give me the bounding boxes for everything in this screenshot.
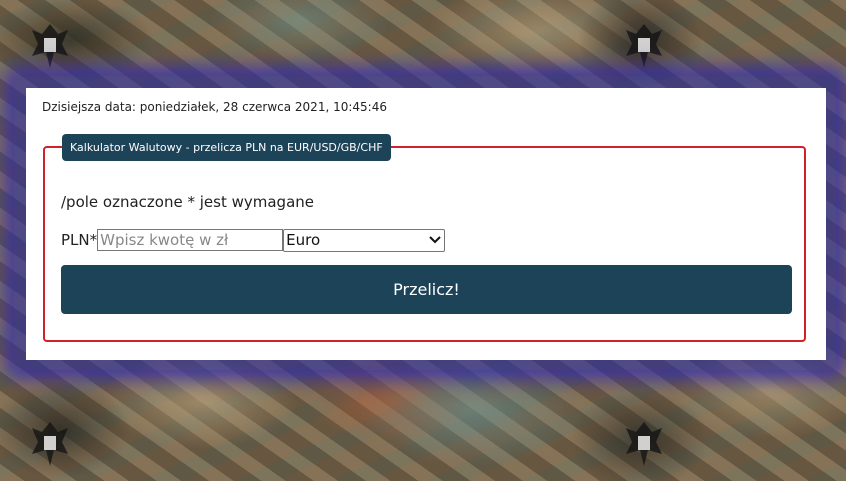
current-date: Dzisiejsza data: poniedziałek, 28 czerwc…	[42, 100, 387, 114]
eagle-emblem-icon	[32, 422, 68, 466]
form-row: PLN* Euro	[61, 228, 446, 252]
calculator-fieldset: Kalkulator Walutowy - przelicza PLN na E…	[43, 134, 806, 342]
eagle-emblem-icon	[32, 24, 68, 68]
required-fields-note: /pole oznaczone * jest wymagane	[61, 193, 314, 211]
currency-select[interactable]: Euro	[283, 228, 446, 252]
eagle-emblem-icon	[626, 422, 662, 466]
chevron-down-icon	[428, 233, 442, 247]
currency-selected-value: Euro	[286, 231, 321, 249]
convert-button[interactable]: Przelicz!	[61, 265, 792, 314]
eagle-emblem-icon	[626, 24, 662, 68]
calculator-legend: Kalkulator Walutowy - przelicza PLN na E…	[62, 134, 391, 161]
amount-input[interactable]	[97, 229, 284, 251]
amount-label: PLN*	[61, 231, 98, 249]
calculator-panel: Dzisiejsza data: poniedziałek, 28 czerwc…	[26, 88, 826, 360]
